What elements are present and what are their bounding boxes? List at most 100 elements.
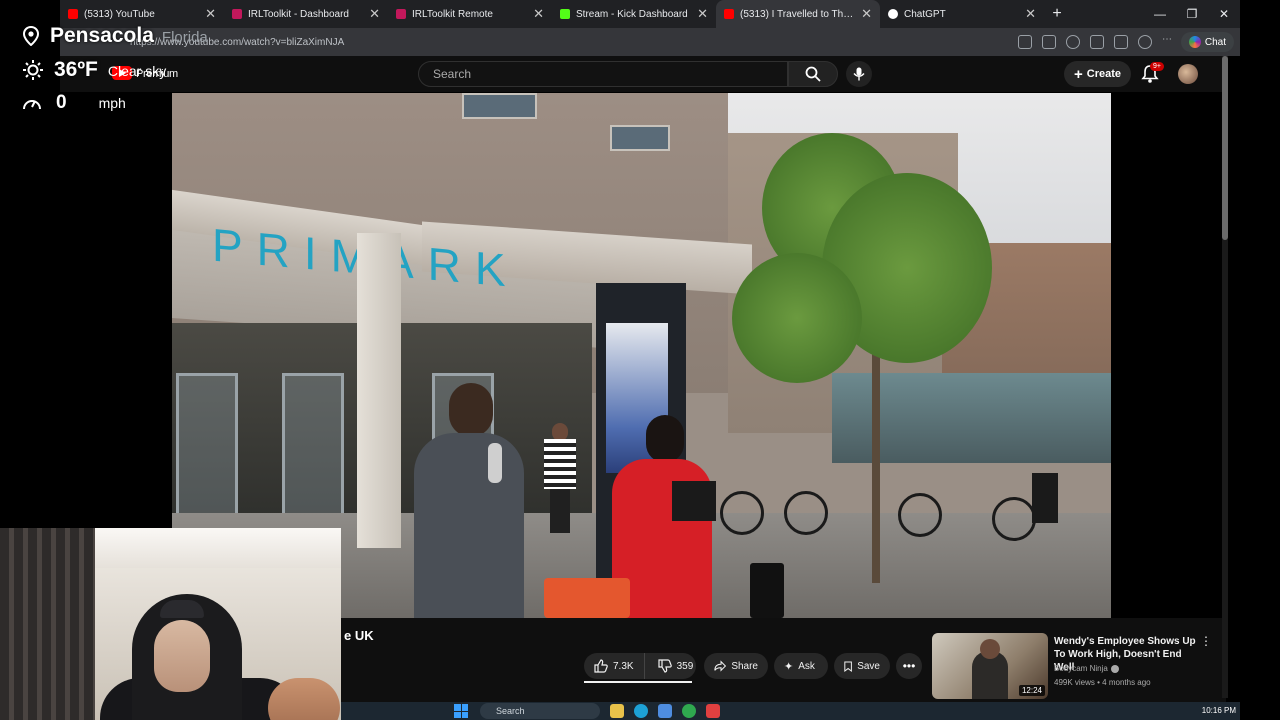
bookmark-icon (844, 660, 852, 672)
kick-icon (560, 9, 570, 19)
kebab-menu-icon[interactable]: ⋮ (1200, 634, 1212, 648)
video-scene-person (404, 383, 534, 618)
like-ratio-bar (584, 681, 692, 683)
copilot-icon (1188, 36, 1201, 48)
share-button[interactable]: Share (704, 653, 768, 679)
windows-start-icon[interactable] (454, 704, 468, 718)
profile-icon[interactable] (1138, 35, 1152, 49)
file-explorer-icon[interactable] (610, 704, 624, 718)
video-title: e UK (344, 628, 374, 643)
more-icon[interactable]: ⋯ (1162, 35, 1176, 49)
close-tab-icon[interactable]: ✕ (533, 6, 544, 22)
recommended-channel[interactable]: Bodycam Ninja (1054, 664, 1119, 673)
close-tab-icon[interactable]: ✕ (861, 6, 872, 22)
refresh-icon[interactable] (1066, 35, 1080, 49)
windows-taskbar: Search 10:16 PM (340, 702, 1240, 720)
overlay-weather: 36ºF Clear sky (22, 58, 166, 82)
app-icon[interactable] (1018, 35, 1032, 49)
ask-button[interactable]: ✦ Ask (774, 653, 828, 679)
browser-tab[interactable]: IRLToolkit - Dashboard ✕ (224, 0, 388, 28)
ask-label: Ask (798, 660, 815, 672)
close-tab-icon[interactable]: ✕ (1025, 6, 1036, 22)
close-tab-icon[interactable]: ✕ (205, 6, 216, 22)
like-dislike-group: 7.3K 359 (584, 653, 696, 679)
browser-tab-strip: (5313) YouTube ✕ IRLToolkit - Dashboard … (60, 0, 1240, 28)
taskbar-clock: 10:16 PM (1201, 706, 1236, 715)
share-icon (714, 660, 727, 672)
close-tab-icon[interactable]: ✕ (369, 6, 380, 22)
browser-tab[interactable]: IRLToolkit Remote ✕ (388, 0, 552, 28)
recommended-video-thumbnail[interactable]: 12:24 (932, 633, 1048, 699)
thumbs-up-icon (594, 659, 608, 673)
recommended-video-meta: 499K views • 4 months ago (1054, 678, 1151, 687)
tab-label: Stream - Kick Dashboard (576, 8, 688, 20)
webcam-curtain (0, 528, 95, 720)
store-icon[interactable] (658, 704, 672, 718)
video-scene-window (462, 93, 537, 119)
browser-tab-active[interactable]: (5313) I Travelled to The Mo ✕ (716, 0, 880, 28)
like-button[interactable]: 7.3K (584, 653, 645, 679)
youtube-icon (724, 9, 734, 19)
account-avatar[interactable] (1178, 64, 1198, 84)
more-actions-button[interactable]: ••• (896, 653, 922, 679)
video-scene-door (282, 373, 344, 523)
tab-label: IRLToolkit - Dashboard (248, 8, 349, 20)
star-icon[interactable] (1042, 35, 1056, 49)
irltoolkit-icon (232, 9, 242, 19)
webcam-person-cap (160, 600, 204, 618)
save-button[interactable]: Save (834, 653, 890, 679)
taskbar-search-label: Search (496, 706, 525, 716)
search-placeholder: Search (433, 67, 472, 81)
browser-tab[interactable]: ChatGPT ✕ (880, 0, 1044, 28)
webcam-person-hand (268, 678, 340, 720)
overlay-speed-unit: mph (98, 95, 126, 111)
toolbar-icons: ⋯ (1018, 35, 1176, 49)
speedometer-icon (23, 100, 41, 110)
microphone-icon (853, 67, 865, 81)
overlay-city: Pensacola (50, 24, 154, 47)
create-label: Create (1086, 68, 1122, 80)
search-button[interactable] (788, 61, 838, 87)
share-label: Share (731, 660, 758, 672)
like-count: 7.3K (613, 660, 634, 672)
video-duration: 12:24 (1018, 685, 1045, 696)
scrollbar-thumb[interactable] (1222, 56, 1228, 240)
notification-badge: 9+ (1150, 62, 1164, 71)
video-scene-pillar (357, 233, 401, 548)
webcam-ceiling (95, 528, 341, 568)
favorites-icon[interactable] (1114, 35, 1128, 49)
close-tab-icon[interactable]: ✕ (697, 6, 708, 22)
restore-icon[interactable]: ❐ (1176, 0, 1208, 28)
xbox-icon[interactable] (682, 704, 696, 718)
voice-search-button[interactable] (846, 61, 872, 87)
close-window-icon[interactable]: ✕ (1208, 0, 1240, 28)
new-tab-button[interactable]: + (1044, 0, 1070, 28)
video-scene-door (176, 373, 238, 523)
video-scene-bicycle (784, 491, 828, 535)
video-scene-bicycle (898, 493, 942, 537)
location-pin-icon (22, 26, 40, 46)
save-label: Save (857, 660, 880, 672)
video-scene-bicycle (720, 491, 764, 535)
minimize-icon[interactable]: — (1144, 0, 1176, 28)
ellipsis-icon: ••• (902, 659, 916, 673)
extension-icon[interactable] (1090, 35, 1104, 49)
irltoolkit-icon (396, 9, 406, 19)
search-input[interactable]: Search (418, 61, 788, 87)
browser-tab[interactable]: Stream - Kick Dashboard ✕ (552, 0, 716, 28)
verified-icon (1110, 664, 1119, 673)
edge-icon[interactable] (634, 704, 648, 718)
sun-icon (23, 60, 43, 80)
create-button[interactable]: + Create (1064, 61, 1132, 87)
app-icon[interactable] (706, 704, 720, 718)
window-controls: — ❐ ✕ (1144, 0, 1240, 28)
taskbar-search[interactable]: Search (480, 703, 600, 719)
page-scrollbar[interactable] (1222, 56, 1228, 698)
webcam-person-face (154, 620, 210, 692)
video-scene-bin (1032, 473, 1058, 523)
dislike-button[interactable]: 359 (650, 659, 702, 673)
channel-name: Bodycam Ninja (1054, 664, 1108, 673)
video-scene-speaker (750, 563, 784, 618)
dislike-count: 359 (676, 660, 694, 672)
copilot-chat-button[interactable]: Chat (1180, 32, 1234, 52)
